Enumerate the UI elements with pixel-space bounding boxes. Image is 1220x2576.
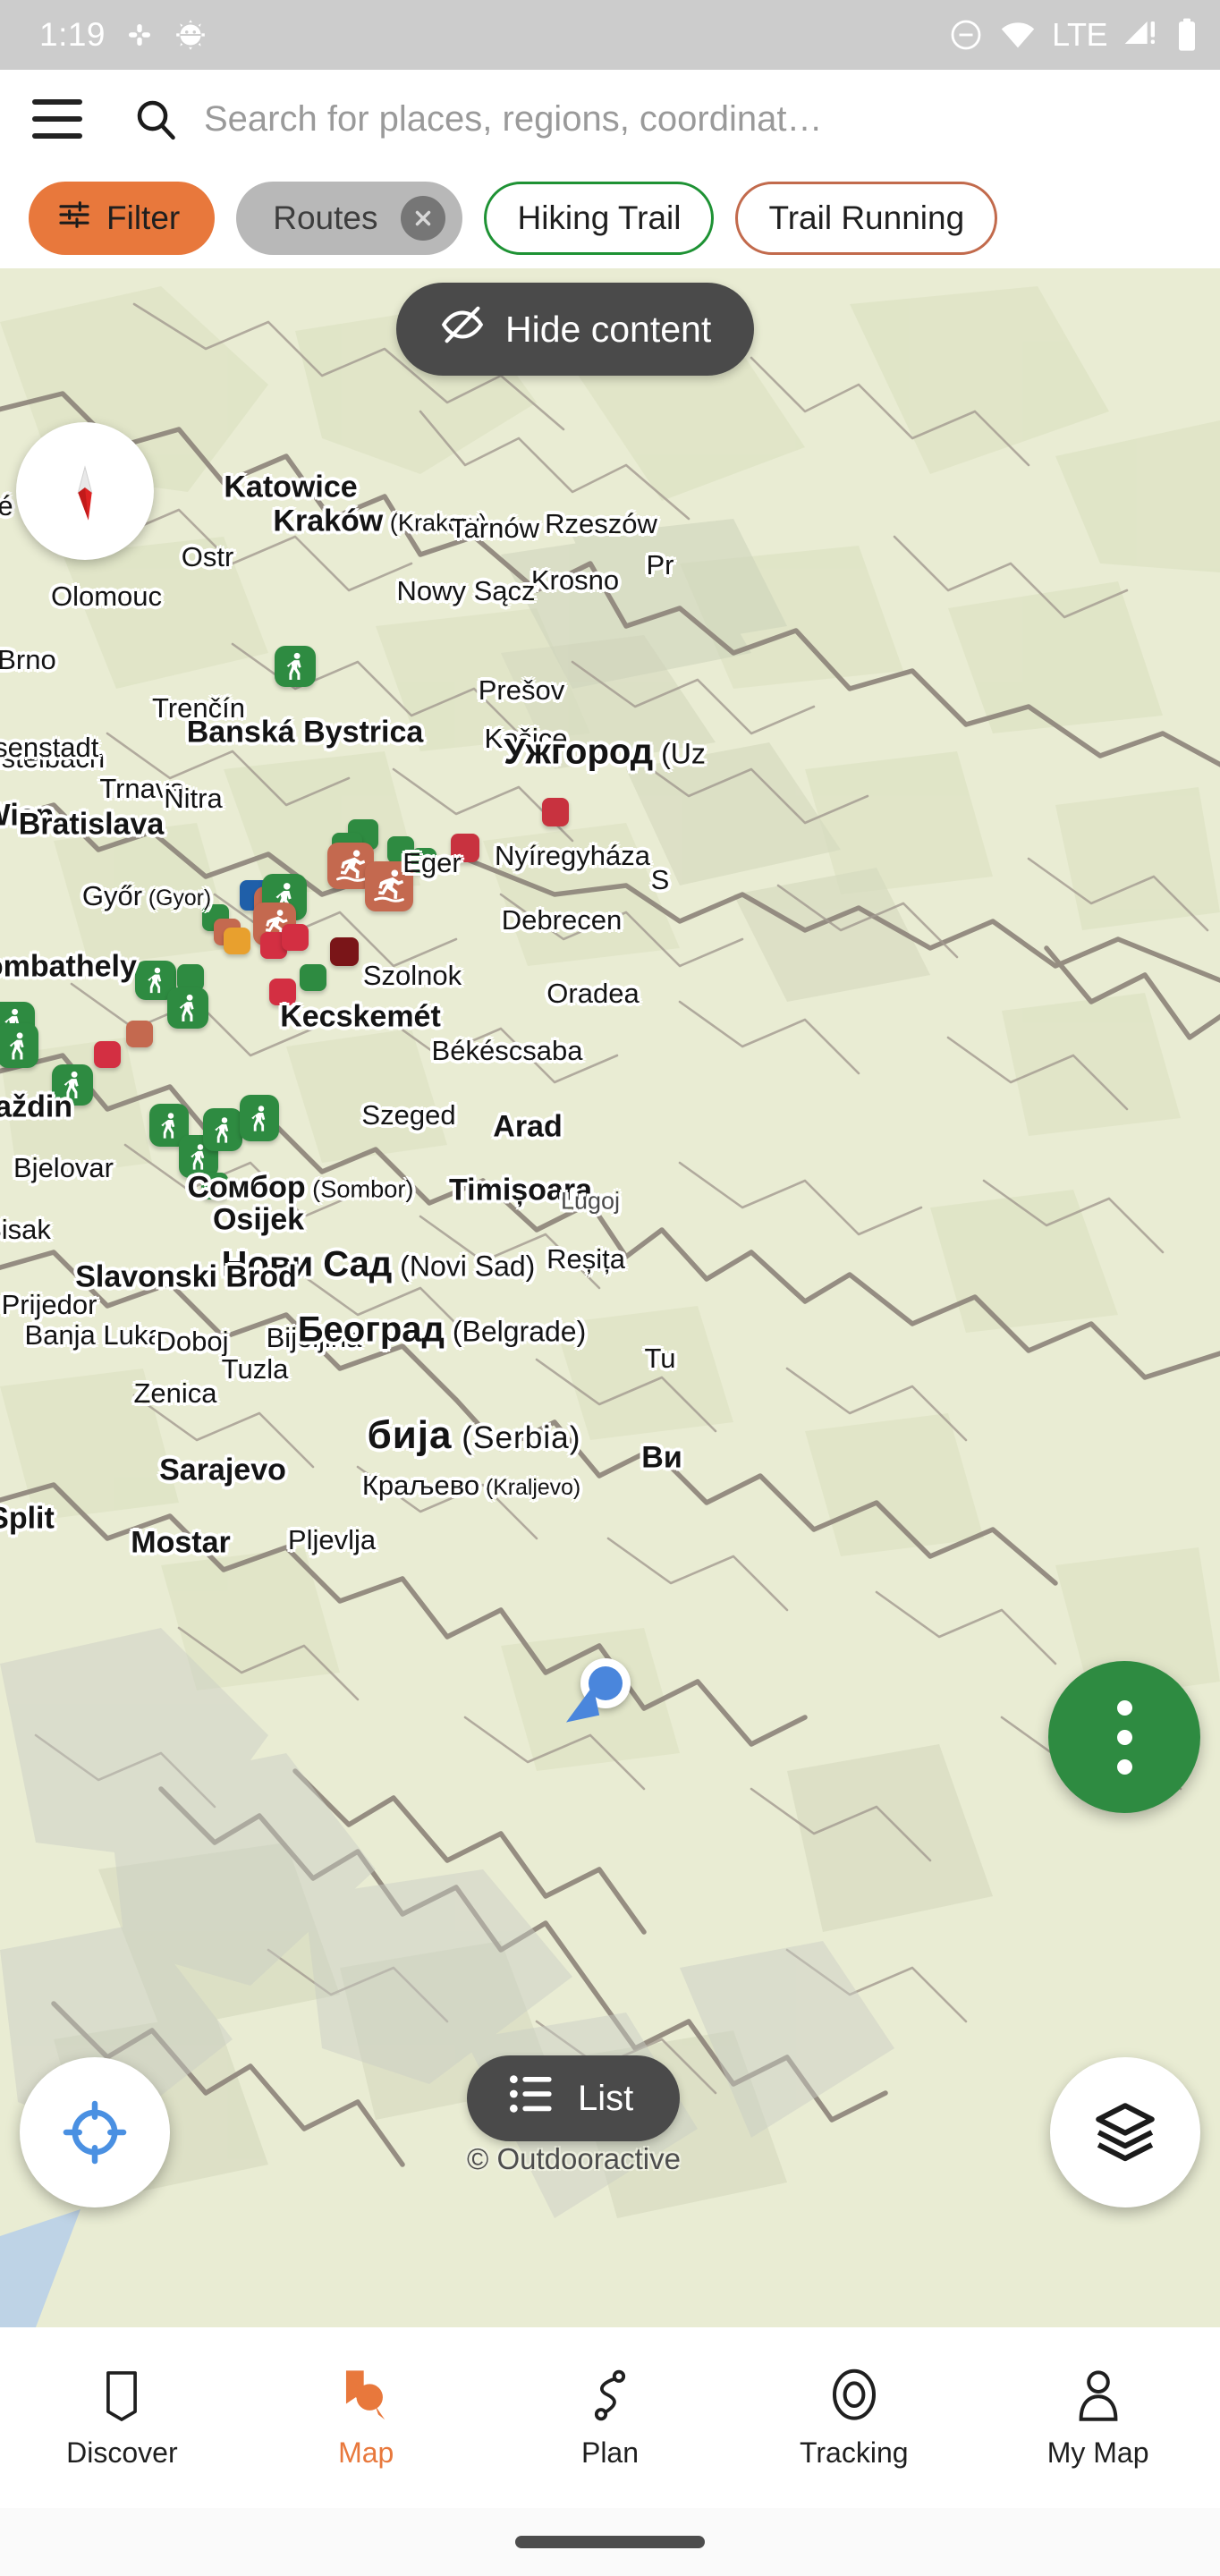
do-not-disturb-icon [948, 17, 984, 53]
sliders-icon [56, 197, 92, 241]
hiking-icon [208, 1114, 238, 1147]
filter-chip-routes[interactable]: Routes [236, 182, 463, 255]
map-marker-hiking[interactable] [0, 1023, 38, 1068]
map-marker[interactable] [387, 836, 414, 863]
nav-label-discover: Discover [66, 2436, 178, 2469]
eye-off-icon [439, 301, 486, 357]
map-marker-hiking[interactable] [240, 1095, 279, 1141]
hiking-icon [154, 1109, 184, 1142]
gesture-bar-area [0, 2508, 1220, 2576]
map-marker[interactable] [224, 928, 250, 954]
map-marker[interactable] [451, 834, 479, 862]
filter-chip-hiking-trail[interactable]: Hiking Trail [484, 182, 715, 255]
route-icon [589, 2367, 631, 2422]
filter-chip-trail-running[interactable]: Trail Running [735, 182, 998, 255]
more-vertical-icon [1116, 1699, 1132, 1775]
map-attribution: © Outdooractive [467, 2142, 681, 2175]
map-marker-hiking[interactable] [203, 1108, 242, 1151]
gps-crosshair-icon [63, 2100, 127, 2165]
close-icon[interactable] [401, 196, 446, 241]
nav-item-my-map[interactable]: My Map [976, 2367, 1220, 2470]
slack-icon [123, 19, 156, 51]
hamburger-menu-icon[interactable] [32, 99, 82, 139]
bookmark-icon [100, 2367, 143, 2422]
search-input[interactable] [204, 98, 1188, 140]
running-icon [370, 867, 408, 906]
nav-item-plan[interactable]: Plan [488, 2367, 733, 2470]
running-icon [333, 848, 369, 885]
signal-warning-icon [1123, 17, 1160, 53]
filter-chip-filter[interactable]: Filter [29, 182, 216, 255]
map-marker[interactable] [282, 924, 309, 951]
app-root: 1:19 LTE Search for places, regions, coo… [0, 0, 1220, 2576]
list-button[interactable]: List [467, 2055, 681, 2141]
map-layers-icon [1096, 2103, 1155, 2162]
filter-chip-label: Filter [106, 199, 181, 236]
map-layers-button[interactable] [1050, 2057, 1200, 2207]
hiking-icon [172, 992, 204, 1024]
battery-icon [1175, 17, 1199, 53]
list-button-label: List [578, 2078, 634, 2118]
map-marker[interactable] [126, 1021, 153, 1047]
map-marker[interactable] [300, 964, 326, 991]
list-icon [508, 2073, 555, 2123]
android-gear-icon [174, 18, 208, 52]
network-type-label: LTE [1052, 16, 1107, 53]
map-marker-running[interactable] [365, 861, 413, 911]
bottom-navigation[interactable]: Discover Map Plan Tracking My Map [0, 2327, 1220, 2576]
map-marker[interactable] [542, 798, 569, 826]
compass-needle-icon [77, 465, 93, 521]
status-time: 1:19 [39, 16, 106, 53]
map-marker[interactable] [411, 848, 436, 873]
map-terrain-layer [0, 268, 1220, 2327]
filter-chip-row[interactable]: Filter Routes Hiking Trail Trail Running [0, 168, 1220, 268]
routes-chip-label: Routes [273, 199, 378, 236]
map-marker-hiking[interactable] [275, 646, 316, 687]
hiking-icon [2, 1029, 34, 1063]
map-viewport[interactable]: Hide content List © Outdooractive Katowi… [0, 268, 1220, 2327]
search-bar [0, 70, 1220, 168]
status-bar: 1:19 LTE [0, 0, 1220, 70]
map-marker[interactable] [201, 1173, 228, 1199]
nav-label-tracking: Tracking [800, 2436, 909, 2469]
target-icon [829, 2367, 879, 2422]
status-bar-right: LTE [948, 16, 1199, 54]
bottom-nav-items[interactable]: Discover Map Plan Tracking My Map [0, 2327, 1220, 2508]
map-marker-hiking[interactable] [52, 1064, 93, 1106]
nav-label-plan: Plan [580, 2436, 640, 2469]
map-marker[interactable] [330, 937, 359, 966]
nav-label-map: Map [338, 2436, 394, 2469]
nav-label-my-map: My Map [1046, 2436, 1149, 2469]
gesture-bar[interactable] [515, 2536, 705, 2548]
hiking-icon [279, 650, 311, 682]
nav-item-map[interactable]: Map [244, 2367, 488, 2470]
hiking-trail-chip-label: Hiking Trail [517, 199, 682, 236]
map-pin-icon [340, 2367, 392, 2422]
user-location-marker [559, 1658, 631, 1723]
hiking-icon [140, 965, 172, 996]
more-options-button[interactable] [1048, 1661, 1200, 1813]
map-marker[interactable] [269, 979, 296, 1005]
map-marker[interactable] [94, 1041, 121, 1068]
trail-running-chip-label: Trail Running [768, 199, 965, 236]
compass-button[interactable] [16, 422, 154, 560]
hiking-icon [244, 1100, 275, 1137]
nav-item-tracking[interactable]: Tracking [732, 2367, 976, 2470]
map-marker-hiking[interactable] [167, 987, 208, 1029]
status-bar-left: 1:19 [39, 16, 208, 54]
hide-content-button[interactable]: Hide content [396, 283, 755, 376]
search-icon[interactable] [132, 96, 179, 142]
nav-item-discover[interactable]: Discover [0, 2367, 244, 2470]
locate-me-button[interactable] [20, 2057, 170, 2207]
hiking-icon [56, 1069, 89, 1101]
person-icon [1076, 2367, 1121, 2422]
hide-content-label: Hide content [505, 308, 712, 350]
wifi-icon [999, 16, 1037, 54]
